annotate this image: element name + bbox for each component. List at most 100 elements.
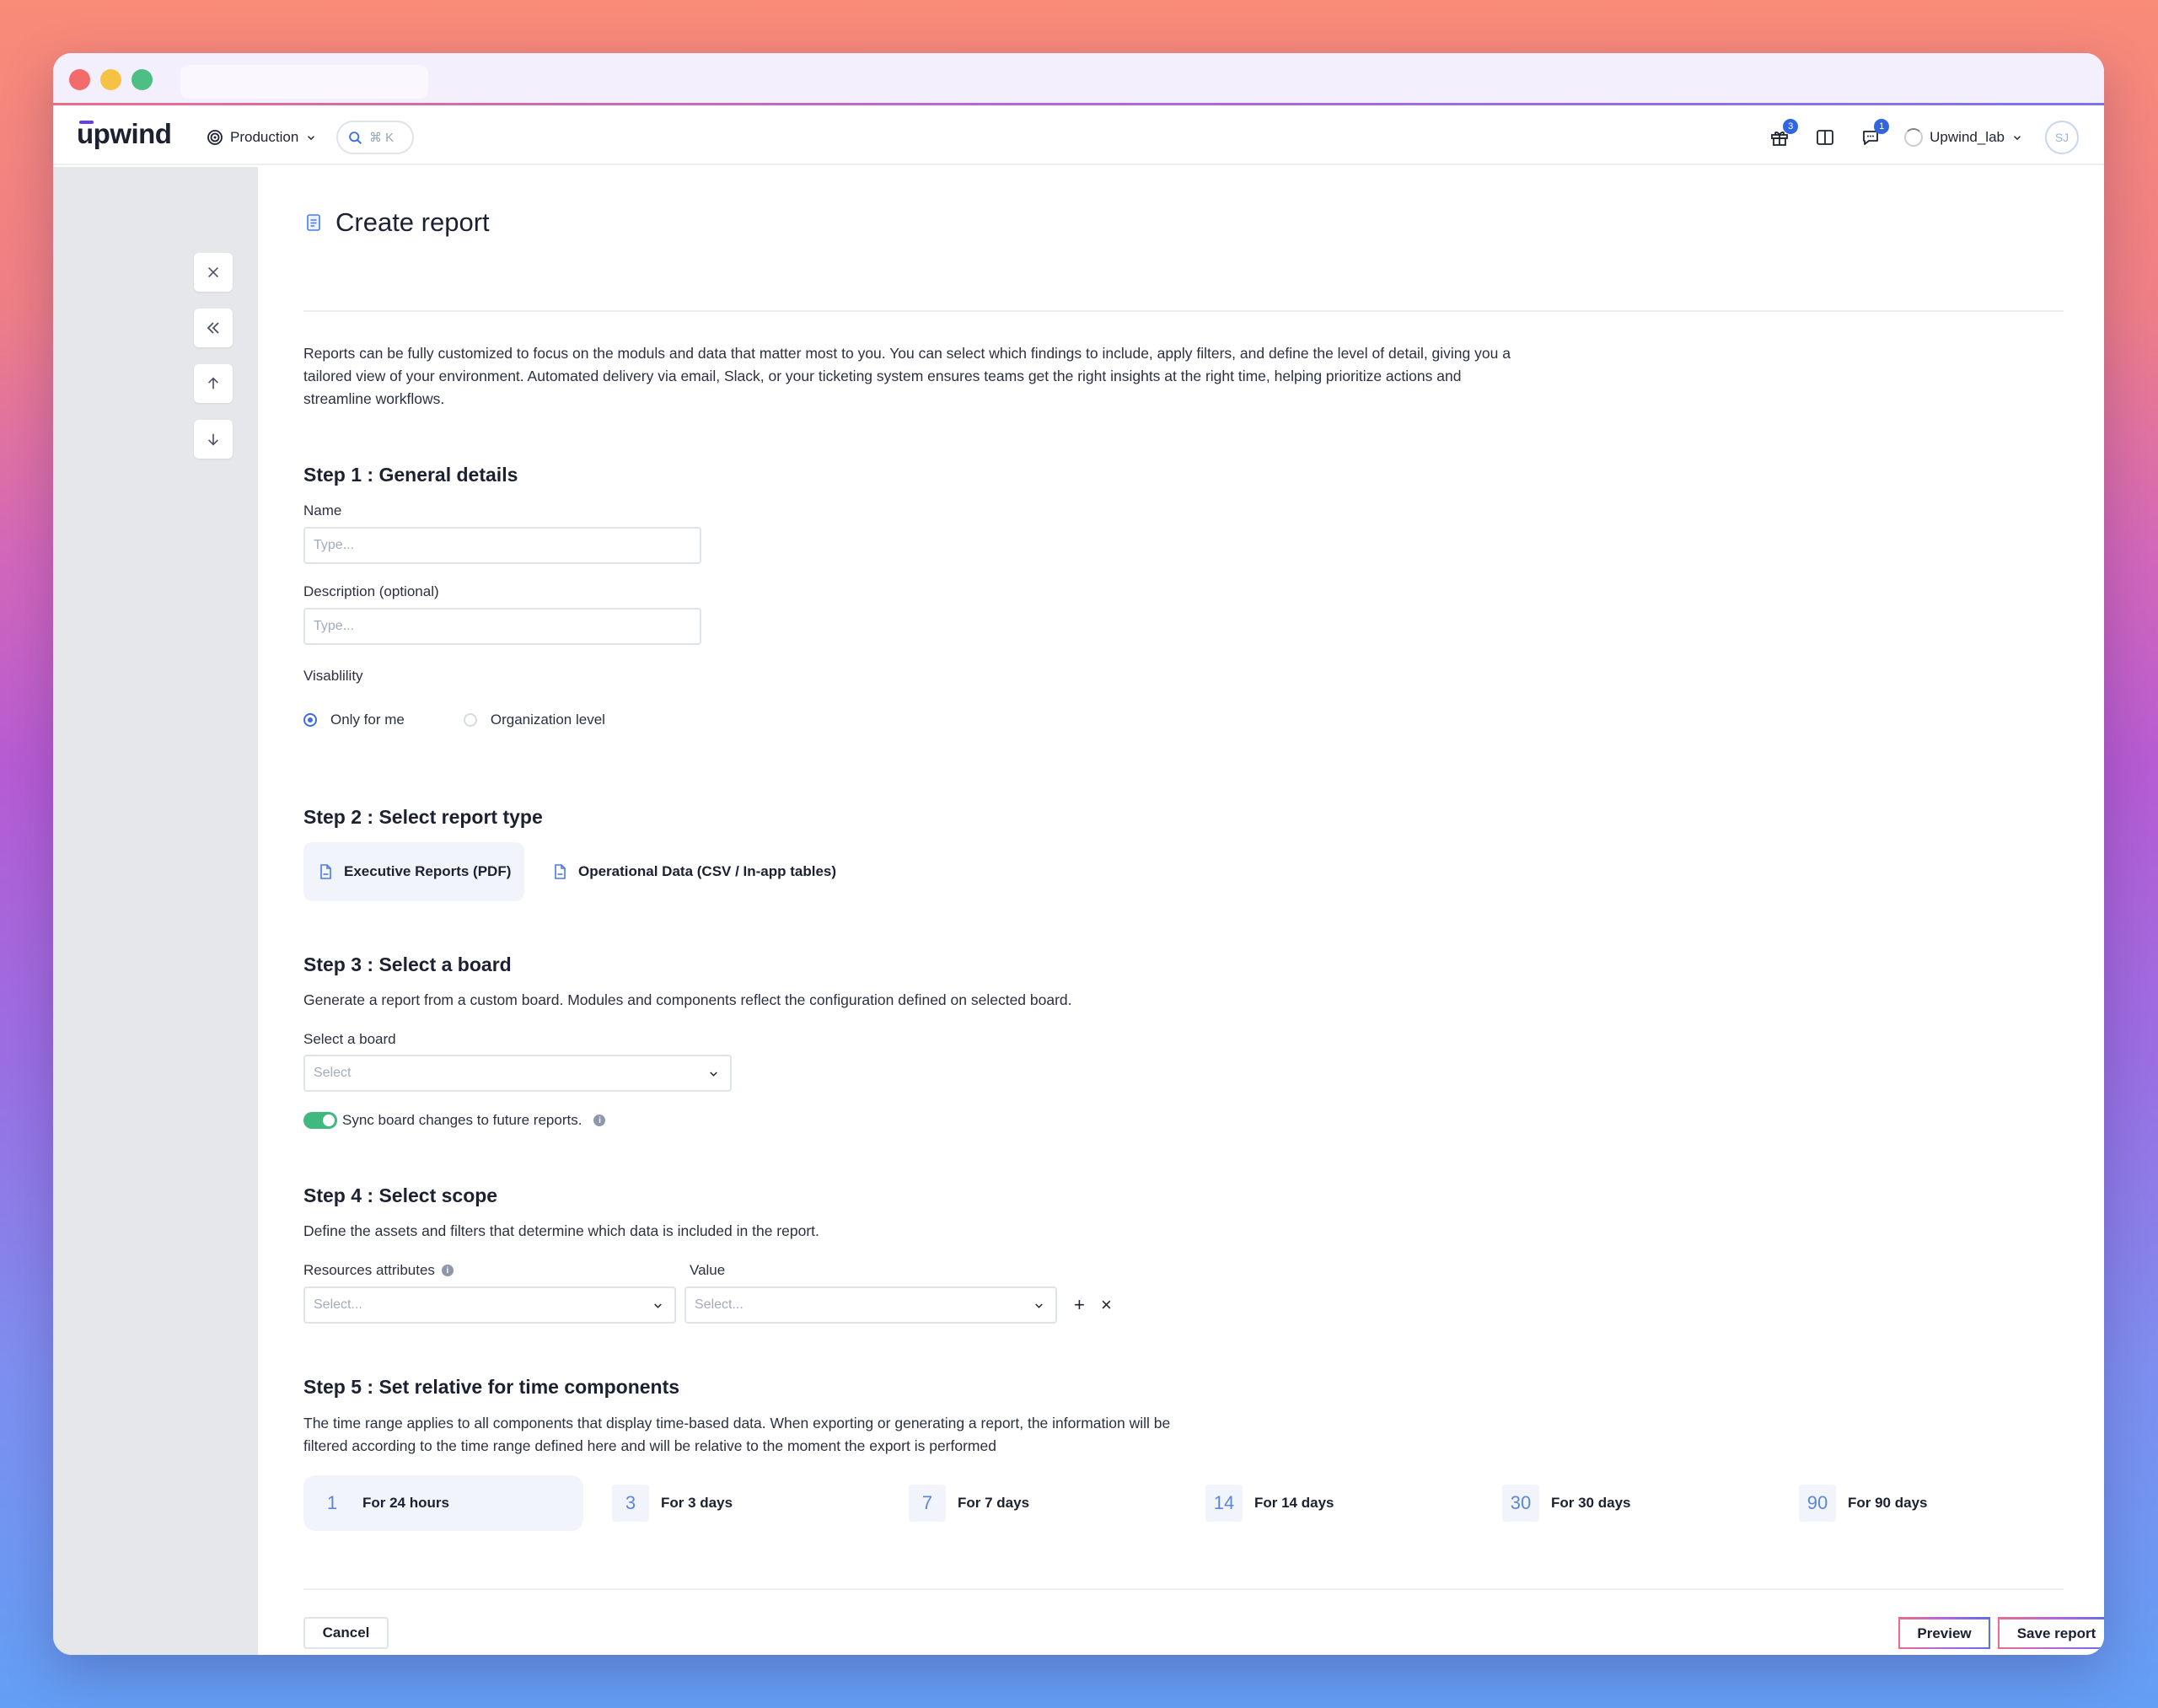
chat-badge: 1 [1874,119,1890,134]
step5-title: Step 5 : Set relative for time component… [303,1376,680,1398]
report-type-operational[interactable]: Operational Data (CSV / In-app tables) [538,842,850,901]
time-option-number: 1 [326,1492,338,1513]
close-icon [208,267,218,277]
preview-button[interactable]: Preview [1898,1617,1990,1649]
cancel-button[interactable]: Cancel [303,1617,389,1649]
chevron-down-icon [710,1071,717,1077]
nav-right-group: 3 1 Upwind_lab SJ [1768,119,2079,155]
sync-toggle-row: Sync board changes to future reports. i [303,1112,606,1129]
time-option-30-days[interactable]: 30 For 30 days [1492,1475,1631,1531]
time-option-number: 3 [612,1485,649,1522]
search-icon [349,131,362,144]
board-label: Select a board [303,1031,396,1047]
time-option-3-days[interactable]: 3 For 3 days [602,1475,733,1531]
browser-window: upwind Production ⌘ K 3 1 Upwind_lab SJ … [53,53,2104,1655]
save-report-button[interactable]: Save report [1998,1617,2104,1649]
step4-description: Define the assets and filters that deter… [303,1222,819,1239]
move-up-button[interactable] [194,364,233,403]
docs-button[interactable] [1813,126,1837,149]
top-navigation: upwind Production ⌘ K 3 1 Upwind_lab SJ [53,108,2104,165]
logo-accent-bar [79,121,94,124]
intro-text: Reports can be fully customized to focus… [303,345,1511,407]
name-input[interactable] [303,527,701,564]
time-option-label: For 3 days [661,1495,733,1511]
report-type-label: Operational Data (CSV / In-app tables) [578,863,837,879]
header-divider [303,310,2064,312]
environment-label: Production [230,129,299,145]
environment-selector[interactable]: Production [207,126,317,148]
attributes-select-value: Select... [314,1297,362,1312]
info-icon[interactable]: i [593,1114,606,1126]
description-input[interactable] [303,608,701,645]
description-label: Description (optional) [303,583,439,599]
chevron-down-icon [1035,1302,1043,1308]
step1-title: Step 1 : General details [303,464,518,486]
org-name: Upwind_lab [1930,129,2005,145]
value-select[interactable]: Select... [684,1286,1057,1324]
step5-description-line1: The time range applies to all components… [303,1415,1171,1431]
radio-only-for-me[interactable]: Only for me [303,712,405,728]
close-window-button[interactable] [69,69,90,90]
step3-title: Step 3 : Select a board [303,953,512,975]
user-avatar[interactable]: SJ [2045,121,2079,154]
loading-spinner-icon [1904,128,1924,147]
upwind-logo[interactable]: upwind [77,118,172,150]
time-option-24-hours[interactable]: 1 For 24 hours [303,1475,583,1531]
time-option-label: For 90 days [1848,1495,1928,1511]
collapse-panel-button[interactable] [194,309,233,347]
side-panel [53,167,258,1655]
info-icon[interactable]: i [441,1265,454,1276]
sync-label: Sync board changes to future reports. [342,1112,582,1128]
chevron-down-icon [2014,136,2021,141]
minimize-window-button[interactable] [100,69,121,90]
value-select-value: Select... [695,1297,743,1312]
visibility-label: Visablility [303,668,363,684]
time-option-number: 7 [909,1485,946,1522]
time-option-number: 90 [1799,1485,1836,1522]
radio-indicator [303,713,317,727]
book-icon [1817,130,1834,145]
report-type-executive[interactable]: Executive Reports (PDF) [303,842,525,901]
board-select[interactable]: Select [303,1055,732,1092]
report-type-label: Executive Reports (PDF) [344,863,512,879]
attributes-select[interactable]: Select... [303,1286,676,1324]
page-header: Create report [303,207,490,238]
arrow-up-icon [208,377,218,389]
window-titlebar [53,53,2104,105]
maximize-window-button[interactable] [132,69,153,90]
step3-description: Generate a report from a custom board. M… [303,991,1072,1008]
remove-scope-button[interactable]: × [1101,1294,1112,1316]
csv-file-icon [555,864,566,879]
radio-label: Organization level [490,712,605,728]
time-option-7-days[interactable]: 7 For 7 days [899,1475,1029,1531]
close-panel-button[interactable] [194,253,233,292]
time-option-90-days[interactable]: 90 For 90 days [1789,1475,1928,1531]
visibility-radio-group: Only for me Organization level [303,712,664,728]
attributes-label: Resources attributes i [303,1262,454,1279]
time-option-number: 14 [1205,1485,1243,1522]
target-icon [207,130,223,145]
arrow-down-icon [208,433,218,446]
org-selector[interactable]: Upwind_lab [1904,128,2023,147]
browser-tab[interactable] [180,65,428,99]
chevron-down-icon [654,1302,662,1308]
radio-indicator [463,713,477,727]
value-label: Value [690,1262,726,1278]
radio-label: Only for me [330,712,405,728]
document-icon [307,214,320,231]
step4-title: Step 4 : Select scope [303,1184,498,1206]
time-option-label: For 14 days [1254,1495,1334,1511]
radio-organization-level[interactable]: Organization level [463,712,605,728]
board-select-value: Select [314,1066,352,1080]
step2-title: Step 2 : Select report type [303,806,543,828]
add-scope-button[interactable]: + [1074,1294,1085,1316]
chat-button[interactable]: 1 [1859,119,1890,149]
time-option-14-days[interactable]: 14 For 14 days [1195,1475,1334,1531]
gift-button[interactable]: 3 [1768,119,1799,149]
time-option-label: For 30 days [1551,1495,1631,1511]
time-option-label: For 7 days [958,1495,1030,1511]
attributes-label-text: Resources attributes [303,1262,435,1278]
sync-toggle[interactable] [303,1112,337,1129]
move-down-button[interactable] [194,420,233,459]
search-button[interactable]: ⌘ K [336,121,414,154]
